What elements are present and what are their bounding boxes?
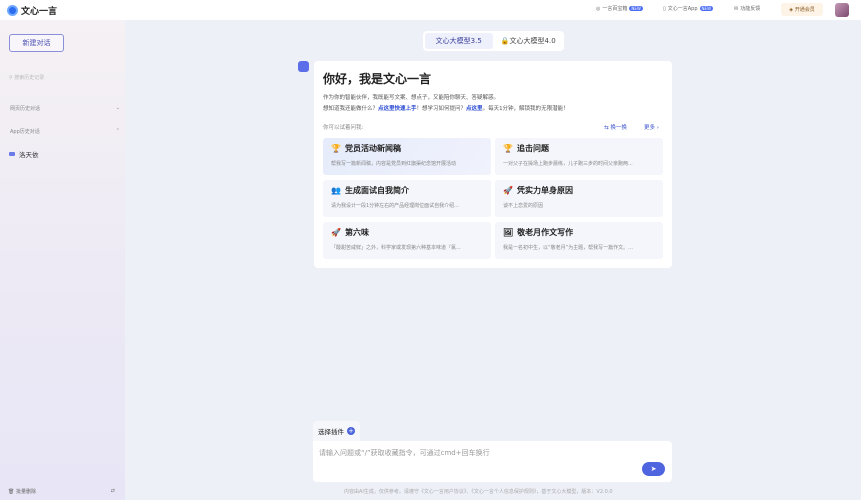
search-placeholder: 搜索历史记录 <box>14 75 45 81</box>
quick-start-link[interactable]: 点这里快速上手 <box>378 106 417 112</box>
guide-text: 想知道我还能做什么？ <box>323 106 379 112</box>
chevron-up-icon: ⌃ <box>115 128 120 134</box>
picture-icon: 🖼 <box>503 228 514 237</box>
suggestion-desc: 一对父子在操场上跑步晨练，儿子跑三步的时间父亲跑两... <box>503 161 633 167</box>
trophy-icon: 🏆 <box>503 144 513 153</box>
refresh-button[interactable]: ⇆ 换一换 <box>604 123 627 131</box>
suggestion-title: 敬老月作文写作 <box>517 228 574 237</box>
tab-model-3-5[interactable]: 文心大模型3.5 <box>425 33 493 49</box>
avatar[interactable] <box>835 3 849 17</box>
input-placeholder: 请输入问题或“/”获取收藏指令，可通过cmd+回车换行 <box>319 449 490 457</box>
suggestion-card[interactable]: 🚀 第六味「酸甜苦咸鲜」之外，科学家或发现第六种基本味道『氯... <box>323 222 491 259</box>
new-badge: NEW <box>699 6 714 11</box>
welcome-guide: 想知道我还能做什么？点这里快速上手！想学习如何提问？点这里。每天1分钟，解锁我的… <box>323 104 569 112</box>
trash-icon: 🗑 <box>8 489 16 495</box>
feedback-link[interactable]: ✉ 功能反馈 <box>734 5 761 13</box>
send-button[interactable]: ➤ <box>642 462 665 476</box>
suggestion-title: 第六味 <box>344 228 369 237</box>
rocket-icon: 🚀 <box>503 186 513 195</box>
suggestion-title: 生成面试自我简介 <box>344 186 409 195</box>
welcome-card: 你好，我是文心一言 作为你的智能伙伴，我既能写文案、想点子，又能陪你聊天、答疑解… <box>314 61 672 268</box>
section-label: App历史对话 <box>10 129 40 135</box>
app-logo[interactable]: 文心一言 <box>7 4 57 17</box>
suggestion-desc: 「酸甜苦咸鲜」之外，科学家或发现第六种基本味道『氯... <box>331 245 461 251</box>
refresh-label: 换一换 <box>610 125 627 131</box>
suggestion-card[interactable]: 🏆 追击问题一对父子在操场上跑步晨练，儿子跑三步的时间父亲跑两... <box>495 138 663 175</box>
prompt-guide-link[interactable]: 点这里 <box>466 106 483 112</box>
toolbox-link[interactable]: ◎ 一言百宝箱 NEW <box>596 5 643 12</box>
app-name: 文心一言 <box>21 7 58 17</box>
mail-icon: ✉ <box>734 5 739 12</box>
batch-delete-button[interactable]: 🗑 批量删除 ⇄ <box>8 488 115 495</box>
suggestion-title: 凭实力单身原因 <box>516 186 573 195</box>
send-icon: ➤ <box>650 465 657 473</box>
more-button[interactable]: 更多 › <box>644 123 659 131</box>
suggestion-desc: 帮我写一篇新闻稿，内容是党员到红旗渠纪念馆开展活动 <box>331 161 457 167</box>
model-tabs: 文心大模型3.5 🔒 文心大模型4.0 <box>423 31 564 51</box>
lightbulb-icon: ◎ <box>596 5 601 12</box>
phone-icon: ▯ <box>663 5 666 12</box>
section-label: 网页历史对话 <box>10 106 41 112</box>
suggestion-title: 追击问题 <box>516 144 549 153</box>
tab-label: 文心大模型4.0 <box>509 37 556 45</box>
suggestion-title: 党员活动新闻稿 <box>344 144 401 153</box>
plugin-label: 选择插件 <box>318 428 344 436</box>
suggestion-card[interactable]: 🚀 凭实力单身原因谈不上恋爱的原因 <box>495 180 663 217</box>
trophy-icon: 🏆 <box>331 144 341 153</box>
suggestion-card[interactable]: 🏆 党员活动新闻稿帮我写一篇新闻稿，内容是党员到红旗渠纪念馆开展活动 <box>323 138 491 175</box>
select-plugin-button[interactable]: 选择插件 + <box>313 421 360 441</box>
more-label: 更多 <box>644 125 656 131</box>
history-search-input[interactable]: ⚲ 搜索历史记录 <box>9 74 44 81</box>
swap-icon[interactable]: ⇄ <box>111 488 115 495</box>
new-chat-button[interactable]: 新建对话 <box>9 34 64 52</box>
guide-text: ！想学习如何提问？ <box>416 106 467 112</box>
chat-input[interactable]: 请输入问题或“/”获取收藏指令，可通过cmd+回车换行 <box>313 441 672 482</box>
try-label: 你可以试着问我: <box>323 125 364 131</box>
vip-button[interactable]: ◈ 开通会员 <box>781 3 823 16</box>
welcome-title: 你好，我是文心一言 <box>323 72 432 86</box>
suggestion-desc: 我是一名初中生，以“敬老月”为主题，帮我写一篇作文。... <box>503 245 633 251</box>
chevron-down-icon: ⌄ <box>115 105 120 111</box>
feedback-label: 功能反馈 <box>740 6 761 12</box>
app-history-section[interactable]: App历史对话 ⌃ <box>10 128 120 135</box>
batch-delete-label: 批量删除 <box>15 489 36 495</box>
rocket-icon: 🚀 <box>331 228 341 237</box>
suggestion-desc: 请为我设计一段1分钟左右的产品经理岗位面试自我介绍... <box>331 203 459 209</box>
chat-item-label: 洛天依 <box>19 151 39 159</box>
app-download-link[interactable]: ▯ 文心一言App NEW <box>663 5 714 12</box>
top-header <box>0 0 861 20</box>
toolbox-label: 一言百宝箱 <box>602 6 628 12</box>
welcome-intro: 作为你的智能伙伴，我既能写文案、想点子，又能陪你聊天、答疑解惑。 <box>323 95 500 101</box>
footer-disclaimer: 内容由AI生成，仅供参考。请遵守《文心一言用户协议》、《文心一言个人信息保护规则… <box>344 489 613 495</box>
guide-text: 。每天1分钟，解锁我的无限潜能！ <box>482 106 569 112</box>
suggestion-card[interactable]: 👥 生成面试自我简介请为我设计一段1分钟左右的产品经理岗位面试自我介绍... <box>323 180 491 217</box>
bot-avatar-icon <box>298 61 309 72</box>
vip-label: 开通会员 <box>794 7 815 13</box>
chat-item[interactable]: 洛天依 <box>9 149 39 159</box>
logo-icon <box>7 5 18 16</box>
people-icon: 👥 <box>331 186 341 195</box>
sidebar <box>0 20 125 500</box>
suggestion-card[interactable]: 🖼 敬老月作文写作我是一名初中生，以“敬老月”为主题，帮我写一篇作文。... <box>495 222 663 259</box>
new-badge: NEW <box>629 6 643 11</box>
plus-icon: + <box>347 427 355 435</box>
app-label: 文心一言App <box>667 6 698 12</box>
tab-model-4-0[interactable]: 🔒 文心大模型4.0 <box>495 33 563 49</box>
lock-icon: 🔒 <box>500 37 510 45</box>
suggestion-desc: 谈不上恋爱的原因 <box>503 203 544 209</box>
web-history-section[interactable]: 网页历史对话 ⌄ <box>10 105 120 112</box>
chat-icon <box>9 152 15 156</box>
